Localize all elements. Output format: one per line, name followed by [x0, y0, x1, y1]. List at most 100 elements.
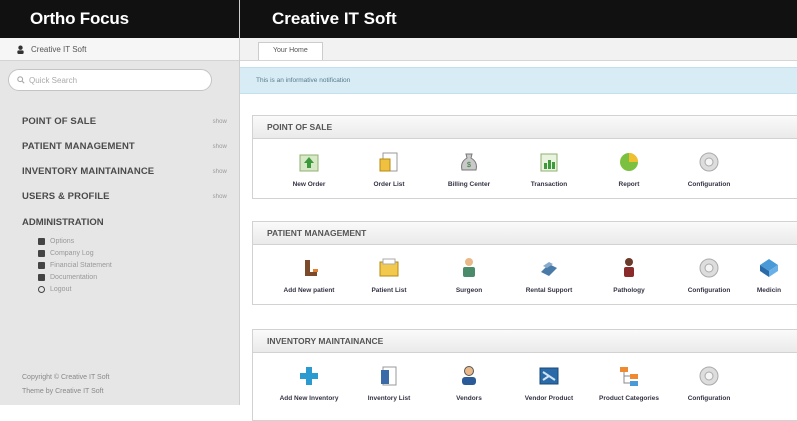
shortcut-label: Patient List [371, 287, 407, 294]
company-log-icon [38, 249, 45, 257]
panel-patient-management: PATIENT MANAGEMENT Add New patient Patie… [252, 221, 797, 305]
configuration-icon [696, 363, 722, 389]
report-icon [616, 149, 642, 175]
shortcut-report[interactable]: Report [589, 149, 669, 188]
sidebar-item-users-profile[interactable]: USERS & PROFILE show [0, 184, 239, 209]
search-icon [17, 76, 25, 84]
submenu-label: Options [50, 237, 75, 245]
user-name: Creative IT Soft [31, 44, 87, 54]
panel-point-of-sale: POINT OF SALE New Order Order List $ Bil… [252, 115, 797, 199]
theme-credit-text: Theme by Creative IT Soft [22, 388, 104, 395]
shortcut-label: Add New Inventory [279, 395, 339, 402]
sidebar-item-label: PATIENT MANAGEMENT [22, 141, 135, 152]
show-toggle[interactable]: show [213, 194, 227, 200]
submenu-label: Logout [50, 285, 72, 293]
submenu-item-documentation[interactable]: Documentation [38, 271, 239, 283]
admin-submenu: Options Company Log Financial Statement … [0, 235, 239, 295]
add-patient-icon [296, 255, 322, 281]
shortcut-label: Medicin [756, 287, 782, 294]
shortcut-configuration[interactable]: Configuration [669, 149, 749, 188]
configuration-icon [696, 255, 722, 281]
shortcut-medicine[interactable]: Medicin [749, 255, 789, 294]
sidebar-item-administration[interactable]: ADMINISTRATION [0, 211, 239, 233]
rental-support-icon [536, 255, 562, 281]
shortcut-order-list[interactable]: Order List [349, 149, 429, 188]
sidebar-item-patient-management[interactable]: PATIENT MANAGEMENT show [0, 134, 239, 159]
shortcut-configuration[interactable]: Configuration [669, 363, 749, 402]
submenu-item-company-log[interactable]: Company Log [38, 247, 239, 259]
sidebar-item-inventory-maintainance[interactable]: INVENTORY MAINTAINANCE show [0, 159, 239, 184]
shortcut-row: Add New Inventory Inventory List Vendors… [253, 353, 797, 402]
power-icon [38, 285, 45, 293]
vendors-icon [456, 363, 482, 389]
shortcut-label: Add New patient [283, 287, 335, 294]
document-icon [38, 273, 45, 281]
tab-your-home[interactable]: Your Home [258, 42, 323, 60]
shortcut-configuration[interactable]: Configuration [669, 255, 749, 294]
sidebar-item-label: INVENTORY MAINTAINANCE [22, 166, 155, 177]
submenu-item-financial-statement[interactable]: Financial Statement [38, 259, 239, 271]
shortcut-billing-center[interactable]: $ Billing Center [429, 149, 509, 188]
shortcut-inventory-list[interactable]: Inventory List [349, 363, 429, 402]
sidebar-item-label: USERS & PROFILE [22, 191, 110, 202]
shortcut-label: Pathology [613, 287, 645, 294]
submenu-item-options[interactable]: Options [38, 235, 239, 247]
new-order-icon [296, 149, 322, 175]
sidebar-item-point-of-sale[interactable]: POINT OF SALE show [0, 109, 239, 134]
add-inventory-icon [296, 363, 322, 389]
shortcut-transaction[interactable]: Transaction [509, 149, 589, 188]
surgeon-icon [456, 255, 482, 281]
svg-text:$: $ [467, 162, 471, 169]
show-toggle[interactable]: show [213, 169, 227, 175]
show-toggle[interactable]: show [213, 119, 227, 125]
shortcut-label: Surgeon [455, 287, 483, 294]
submenu-item-logout[interactable]: Logout [38, 283, 239, 295]
transaction-icon [536, 149, 562, 175]
shortcut-label: Report [618, 181, 640, 188]
document-icon [38, 261, 45, 269]
user-bar[interactable]: Creative IT Soft [0, 38, 239, 61]
search-placeholder: Quick Search [29, 75, 78, 85]
shortcut-add-new-patient[interactable]: Add New patient [269, 255, 349, 294]
shortcut-product-categories[interactable]: Product Categories [589, 363, 669, 402]
shortcut-pathology[interactable]: Pathology [589, 255, 669, 294]
shortcut-vendor-product[interactable]: Vendor Product [509, 363, 589, 402]
shortcut-surgeon[interactable]: Surgeon [429, 255, 509, 294]
brand-title: Ortho Focus [0, 0, 239, 38]
submenu-label: Financial Statement [50, 261, 112, 269]
sidebar-nav: POINT OF SALE show PATIENT MANAGEMENT sh… [0, 109, 239, 295]
product-categories-icon [616, 363, 642, 389]
shortcut-row: New Order Order List $ Billing Center Tr… [253, 139, 797, 188]
shortcut-label: New Order [292, 181, 326, 188]
shortcut-label: Inventory List [367, 395, 411, 402]
info-notification: This is an informative notification [240, 67, 797, 94]
sidebar-footer: Copyright © Creative IT Soft Theme by Cr… [22, 371, 110, 399]
pathology-icon [616, 255, 642, 281]
patient-list-icon [376, 255, 402, 281]
shortcut-label: Billing Center [447, 181, 491, 188]
order-list-icon [376, 149, 402, 175]
shortcut-new-order[interactable]: New Order [269, 149, 349, 188]
page-title: Creative IT Soft [240, 0, 797, 38]
shortcut-vendors[interactable]: Vendors [429, 363, 509, 402]
show-toggle[interactable]: show [213, 144, 227, 150]
shortcut-label: Vendors [456, 395, 482, 402]
shortcut-add-new-inventory[interactable]: Add New Inventory [269, 363, 349, 402]
shortcut-row: Add New patient Patient List Surgeon Ren… [253, 245, 797, 294]
shortcut-label: Vendor Product [524, 395, 574, 402]
search-input[interactable]: Quick Search [8, 69, 212, 91]
submenu-label: Documentation [50, 273, 98, 281]
shortcut-label: Configuration [687, 287, 731, 294]
shortcut-label: Product Categories [599, 395, 659, 402]
copyright-text: Copyright © Creative IT Soft [22, 374, 110, 381]
shortcut-patient-list[interactable]: Patient List [349, 255, 429, 294]
panel-title: POINT OF SALE [253, 116, 797, 139]
shortcut-label: Configuration [687, 181, 731, 188]
shortcut-rental-support[interactable]: Rental Support [509, 255, 589, 294]
vendor-product-icon [536, 363, 562, 389]
main-area: Creative IT Soft Your Home This is an in… [240, 0, 797, 421]
configuration-icon [696, 149, 722, 175]
inventory-list-icon [376, 363, 402, 389]
billing-center-icon: $ [456, 149, 482, 175]
panel-title: PATIENT MANAGEMENT [253, 222, 797, 245]
